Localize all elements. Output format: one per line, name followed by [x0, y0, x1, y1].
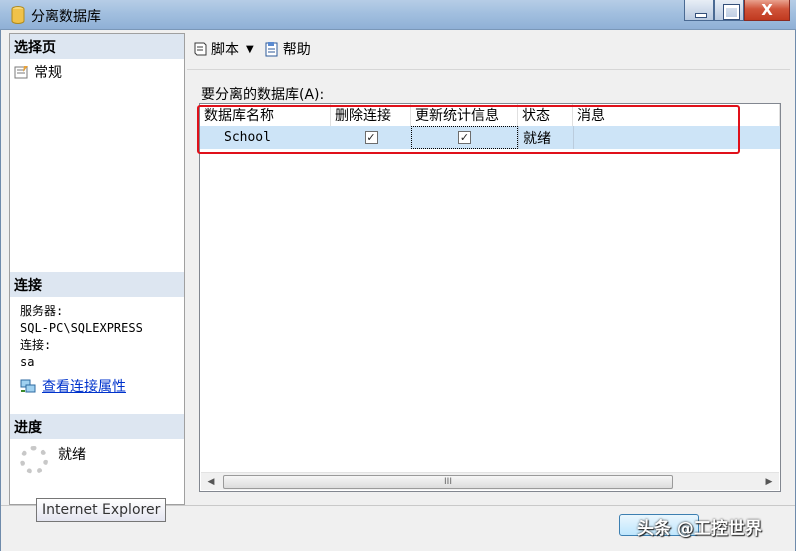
view-connection-properties-link[interactable]: 查看连接属性 [42, 376, 126, 396]
connection-label: 连接: [20, 338, 52, 352]
connection-info: 服务器: SQL-PC\SQLEXPRESS 连接: sa [20, 304, 143, 372]
column-header-name[interactable]: 数据库名称 [200, 104, 331, 126]
help-icon [265, 42, 278, 57]
table-row[interactable]: School ✓ ✓ 就绪 [200, 126, 780, 149]
horizontal-scrollbar[interactable]: ◀ III ▶ [201, 472, 779, 490]
database-icon [11, 6, 25, 24]
column-header-drop-connections[interactable]: 删除连接 [331, 104, 411, 126]
watermark: 头条 @工控世界 [637, 519, 762, 539]
column-header-status[interactable]: 状态 [518, 104, 573, 126]
scrollbar-grip: III [444, 477, 452, 487]
grid-header: 数据库名称 删除连接 更新统计信息 状态 消息 [200, 104, 780, 126]
update-statistics-checkbox[interactable]: ✓ [458, 131, 471, 144]
server-label: 服务器: [20, 304, 64, 318]
view-connection-properties[interactable]: 查看连接属性 [20, 376, 126, 396]
toolbar-divider [187, 69, 790, 70]
status-cell: 就绪 [518, 126, 573, 149]
script-icon [194, 42, 207, 56]
page-item-label: 常规 [34, 65, 62, 81]
message-cell [573, 126, 780, 149]
window-title: 分离数据库 [31, 9, 101, 25]
scroll-left-icon[interactable]: ◀ [203, 475, 219, 489]
connection-properties-icon [20, 379, 36, 393]
databases-grid[interactable]: 数据库名称 删除连接 更新统计信息 状态 消息 School ✓ ✓ 就绪 ◀ … [199, 103, 781, 492]
update-statistics-cell[interactable]: ✓ [411, 126, 518, 149]
progress-status-text: 就绪 [58, 447, 86, 463]
script-button[interactable]: 脚本 ▼ [192, 39, 254, 59]
title-bar[interactable]: 分离数据库 X [0, 0, 796, 30]
script-label: 脚本 [211, 42, 239, 58]
scrollbar-thumb[interactable]: III [223, 475, 673, 489]
maximize-button[interactable] [714, 0, 744, 21]
left-pane: 选择页 常规 连接 服务器: SQL-PC\SQLEXPRESS 连接: sa … [9, 33, 185, 505]
drop-connections-checkbox[interactable]: ✓ [364, 131, 378, 144]
column-header-message[interactable]: 消息 [573, 104, 780, 126]
column-header-update-statistics[interactable]: 更新统计信息 [411, 104, 518, 126]
connection-value: sa [20, 355, 35, 369]
page-item-general[interactable]: 常规 [14, 62, 62, 82]
grid-label: 要分离的数据库(A): [201, 87, 325, 103]
close-icon: X [761, 1, 773, 19]
progress-status: 就绪 [20, 444, 86, 474]
minimize-button[interactable] [684, 0, 714, 21]
help-label: 帮助 [282, 42, 311, 58]
help-button[interactable]: 帮助 [264, 39, 311, 59]
progress-spinner-icon [20, 446, 48, 474]
select-page-header: 选择页 [10, 34, 184, 59]
progress-header: 进度 [10, 414, 184, 439]
database-name-cell[interactable]: School [200, 126, 331, 149]
properties-page-icon [14, 66, 28, 79]
server-value: SQL-PC\SQLEXPRESS [20, 321, 143, 335]
close-button[interactable]: X [744, 0, 790, 21]
dropdown-arrow-icon[interactable]: ▼ [246, 44, 254, 55]
scroll-right-icon[interactable]: ▶ [761, 475, 777, 489]
dialog-body: 选择页 常规 连接 服务器: SQL-PC\SQLEXPRESS 连接: sa … [0, 30, 796, 551]
tooltip: Internet Explorer [36, 498, 167, 522]
drop-connections-cell[interactable]: ✓ [331, 126, 411, 149]
toolbar: 脚本 ▼ 帮助 [192, 38, 311, 60]
connection-header: 连接 [10, 272, 184, 297]
